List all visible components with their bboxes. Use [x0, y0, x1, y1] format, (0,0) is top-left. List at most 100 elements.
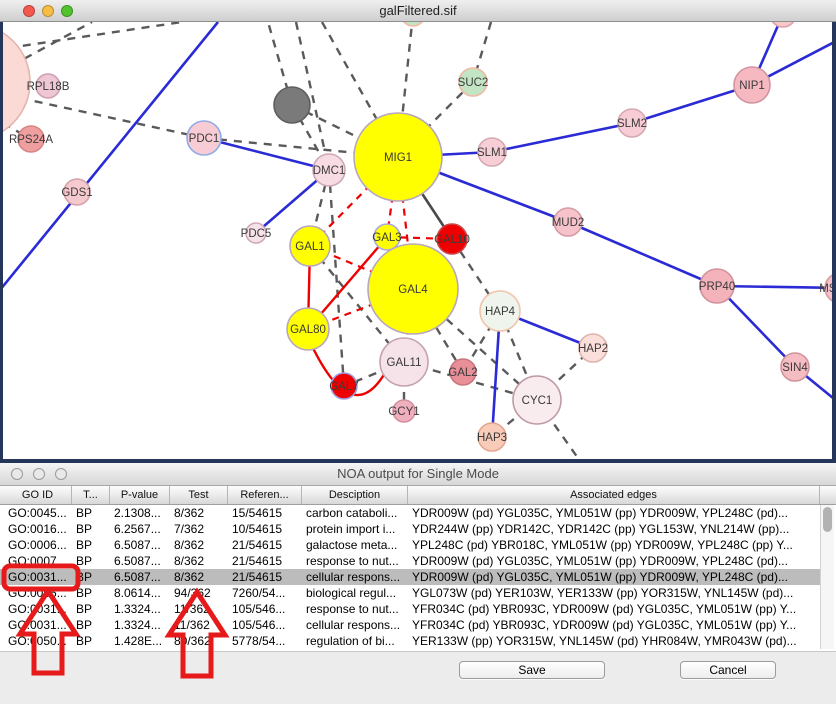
node-label: GAL80 [290, 324, 326, 336]
cell: response to nut... [302, 601, 408, 617]
node-dark-gray[interactable] [274, 87, 310, 123]
cell: BP [72, 505, 110, 521]
node-PDC1[interactable]: PDC1 [187, 121, 221, 155]
cell: carbon cataboli... [302, 505, 408, 521]
node-SIN4[interactable]: SIN4 [781, 353, 809, 381]
table-row[interactable]: GO:0065...BP8.0614...94/3627260/54...bio… [0, 585, 820, 601]
cell: 94/362 [170, 585, 228, 601]
cell: 1.3324... [110, 601, 170, 617]
table-row[interactable]: GO:0045...BP2.1308...8/36215/54615carbon… [0, 505, 820, 521]
node-CYC1[interactable]: CYC1 [513, 376, 561, 424]
node-GAL7[interactable]: GAL7 [329, 373, 358, 399]
cell: 7260/54... [228, 585, 302, 601]
edge-blue[interactable] [492, 123, 632, 152]
network-titlebar[interactable]: galFiltered.sif [0, 0, 836, 22]
cell: 7/362 [170, 521, 228, 537]
node-SUC2[interactable]: SUC2 [458, 68, 489, 96]
column-header-referen[interactable]: Referen... [228, 486, 302, 504]
cell: BP [72, 553, 110, 569]
vertical-scrollbar[interactable] [820, 505, 834, 649]
node-label: MUD2 [552, 217, 585, 229]
node-label: GAL4 [398, 284, 428, 296]
column-header-associated-edges[interactable]: Associated edges [408, 486, 820, 504]
column-header-p-value[interactable]: P-value [110, 486, 170, 504]
node-MUD2[interactable]: MUD2 [552, 208, 585, 236]
node-SLM2[interactable]: SLM2 [617, 109, 647, 137]
node-MIG1[interactable]: MIG1 [354, 113, 442, 201]
cancel-button[interactable]: Cancel [680, 661, 776, 679]
node-GAL1[interactable]: GAL1 [290, 226, 330, 266]
table-row[interactable]: GO:0031...BP1.3324...11/362105/546...cel… [0, 617, 820, 633]
cell: regulation of bi... [302, 633, 408, 649]
cell: 1.428E... [110, 633, 170, 649]
scrollbar-thumb[interactable] [823, 507, 832, 532]
node-top-pink-cut[interactable] [770, 22, 796, 27]
edge-blue[interactable] [632, 85, 752, 123]
node-label: SIN4 [782, 362, 808, 374]
cell: biological regul... [302, 585, 408, 601]
cell: YFR034C (pd) YBR093C, YDR009W (pd) YGL03… [408, 601, 820, 617]
cell: YFR034C (pd) YBR093C, YDR009W (pd) YGL03… [408, 617, 820, 633]
cell: GO:0045... [4, 505, 72, 521]
edge-blue[interactable] [0, 22, 218, 290]
cell: GO:0031... [4, 569, 72, 585]
cell: 6.5087... [110, 569, 170, 585]
cell: YDR009W (pd) YGL035C, YML051W (pp) YDR00… [408, 553, 820, 569]
node-big-pink-cut[interactable] [0, 24, 30, 140]
node-RPL18B[interactable]: RPL18B [27, 74, 70, 98]
node-RPS24A[interactable]: RPS24A [9, 126, 53, 152]
noa-titlebar[interactable]: NOA output for Single Mode [0, 463, 836, 486]
node-label: GAL3 [372, 232, 401, 244]
node-top-green-cut[interactable] [401, 22, 425, 26]
node-HAP3[interactable]: HAP3 [477, 423, 507, 451]
edge-blue[interactable] [568, 222, 717, 286]
node-label: MIG1 [384, 152, 412, 164]
column-header-desciption[interactable]: Desciption [302, 486, 408, 504]
node-MSN[interactable]: MSN [819, 273, 836, 303]
node-GAL4[interactable]: GAL4 [368, 244, 458, 334]
cell: cellular respons... [302, 569, 408, 585]
node-DMC1[interactable]: DMC1 [313, 154, 346, 186]
table-row[interactable]: GO:0016...BP6.2567...7/36210/54615protei… [0, 521, 820, 537]
node-SLM1[interactable]: SLM1 [477, 138, 507, 166]
cell: BP [72, 585, 110, 601]
node-GAL11[interactable]: GAL11 [380, 338, 428, 386]
column-header-go-id[interactable]: GO ID [4, 486, 72, 504]
node-label: GAL2 [448, 367, 477, 379]
node-label: SLM1 [477, 147, 507, 159]
cell: YPL248C (pd) YBR018C, YML051W (pp) YDR00… [408, 537, 820, 553]
table-row[interactable]: GO:0006...BP6.5087...8/36221/54615galact… [0, 537, 820, 553]
network-canvas[interactable]: RPL18BRPS24AGDS1PDC1DMC1MIG1SUC2SLM1NIP1… [0, 22, 836, 463]
cell: 10/54615 [228, 521, 302, 537]
table-row[interactable]: GO:0031...BP1.3324...11/362105/546...res… [0, 601, 820, 617]
node-GCY1[interactable]: GCY1 [388, 400, 419, 422]
node-HAP2[interactable]: HAP2 [578, 334, 608, 362]
cell: YGL073W (pd) YER103W, YER133W (pp) YOR31… [408, 585, 820, 601]
column-header-test[interactable]: Test [170, 486, 228, 504]
node-label: GAL1 [295, 241, 324, 253]
table-row[interactable]: GO:0050...BP1.428E...80/3625778/54...reg… [0, 633, 820, 649]
node-NIP1[interactable]: NIP1 [734, 67, 770, 103]
node-PRP40[interactable]: PRP40 [699, 269, 735, 303]
node-GAL80[interactable]: GAL80 [287, 308, 329, 350]
edge-gray[interactable] [20, 98, 204, 138]
table-row-selected[interactable]: GO:0031...BP6.5087...8/36221/54615cellul… [0, 569, 820, 585]
table-row[interactable]: GO:0007...BP6.5087...8/36221/54615respon… [0, 553, 820, 569]
node-GAL2[interactable]: GAL2 [448, 359, 477, 385]
node-HAP4[interactable]: HAP4 [480, 291, 520, 331]
cell: GO:0006... [4, 537, 72, 553]
edge-gray[interactable] [329, 170, 344, 386]
cell: cellular respons... [302, 617, 408, 633]
noa-window-title: NOA output for Single Mode [0, 463, 836, 485]
cell: BP [72, 633, 110, 649]
node-PDC5[interactable]: PDC5 [241, 223, 272, 243]
cell: BP [72, 601, 110, 617]
edge-blue[interactable] [204, 138, 329, 170]
node-label: PDC1 [189, 133, 220, 145]
column-header-t[interactable]: T... [72, 486, 110, 504]
edge-gray[interactable] [8, 22, 182, 48]
node-GAL10[interactable]: GAL10 [434, 224, 470, 254]
save-button[interactable]: Save [459, 661, 605, 679]
cell: 8/362 [170, 553, 228, 569]
node-label: DMC1 [313, 165, 346, 177]
